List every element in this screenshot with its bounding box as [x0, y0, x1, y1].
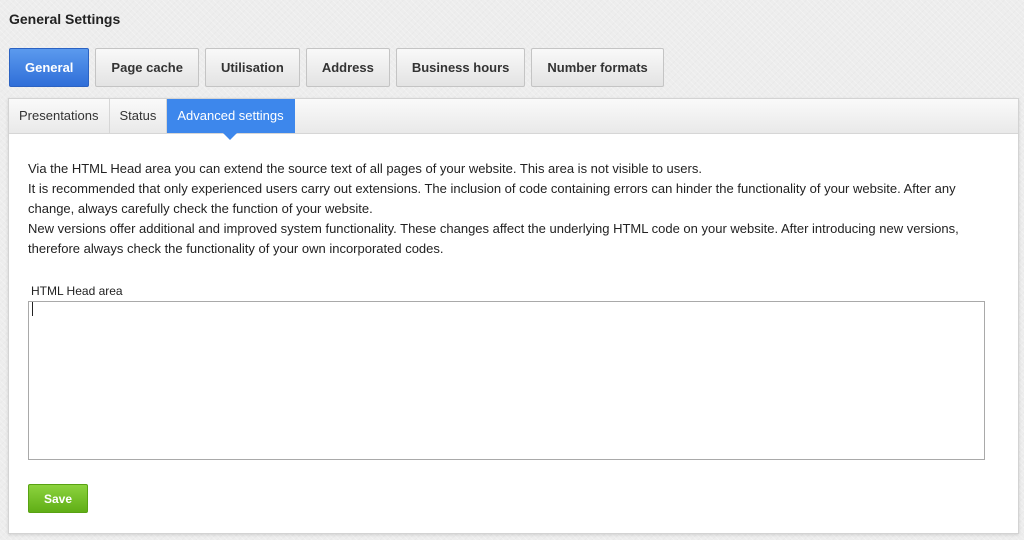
main-tab-bar: General Page cache Utilisation Address B… [9, 48, 664, 87]
intro-text: Via the HTML Head area you can extend th… [28, 159, 999, 259]
html-head-label: HTML Head area [31, 284, 123, 298]
page-title: General Settings [9, 11, 121, 27]
intro-line: It is recommended that only experienced … [28, 181, 956, 216]
tab-general[interactable]: General [9, 48, 90, 87]
html-head-textarea[interactable] [28, 301, 985, 460]
subtab-advanced-settings[interactable]: Advanced settings [167, 99, 295, 140]
subtab-status[interactable]: Status [110, 99, 168, 133]
tab-business-hours[interactable]: Business hours [395, 48, 526, 87]
save-button[interactable]: Save [28, 484, 88, 513]
sub-tab-bar: Presentations Status Advanced settings [9, 99, 1018, 140]
intro-line: New versions offer additional and improv… [28, 221, 959, 256]
tab-number-formats[interactable]: Number formats [531, 48, 664, 87]
advanced-settings-content: Via the HTML Head area you can extend th… [9, 134, 1018, 513]
intro-line: Via the HTML Head area you can extend th… [28, 161, 702, 176]
tab-page-cache[interactable]: Page cache [95, 48, 199, 87]
settings-panel: Presentations Status Advanced settings V… [8, 98, 1019, 534]
tab-address[interactable]: Address [305, 48, 390, 87]
text-cursor [32, 302, 33, 316]
tab-utilisation[interactable]: Utilisation [204, 48, 300, 87]
subtab-presentations[interactable]: Presentations [9, 99, 110, 133]
